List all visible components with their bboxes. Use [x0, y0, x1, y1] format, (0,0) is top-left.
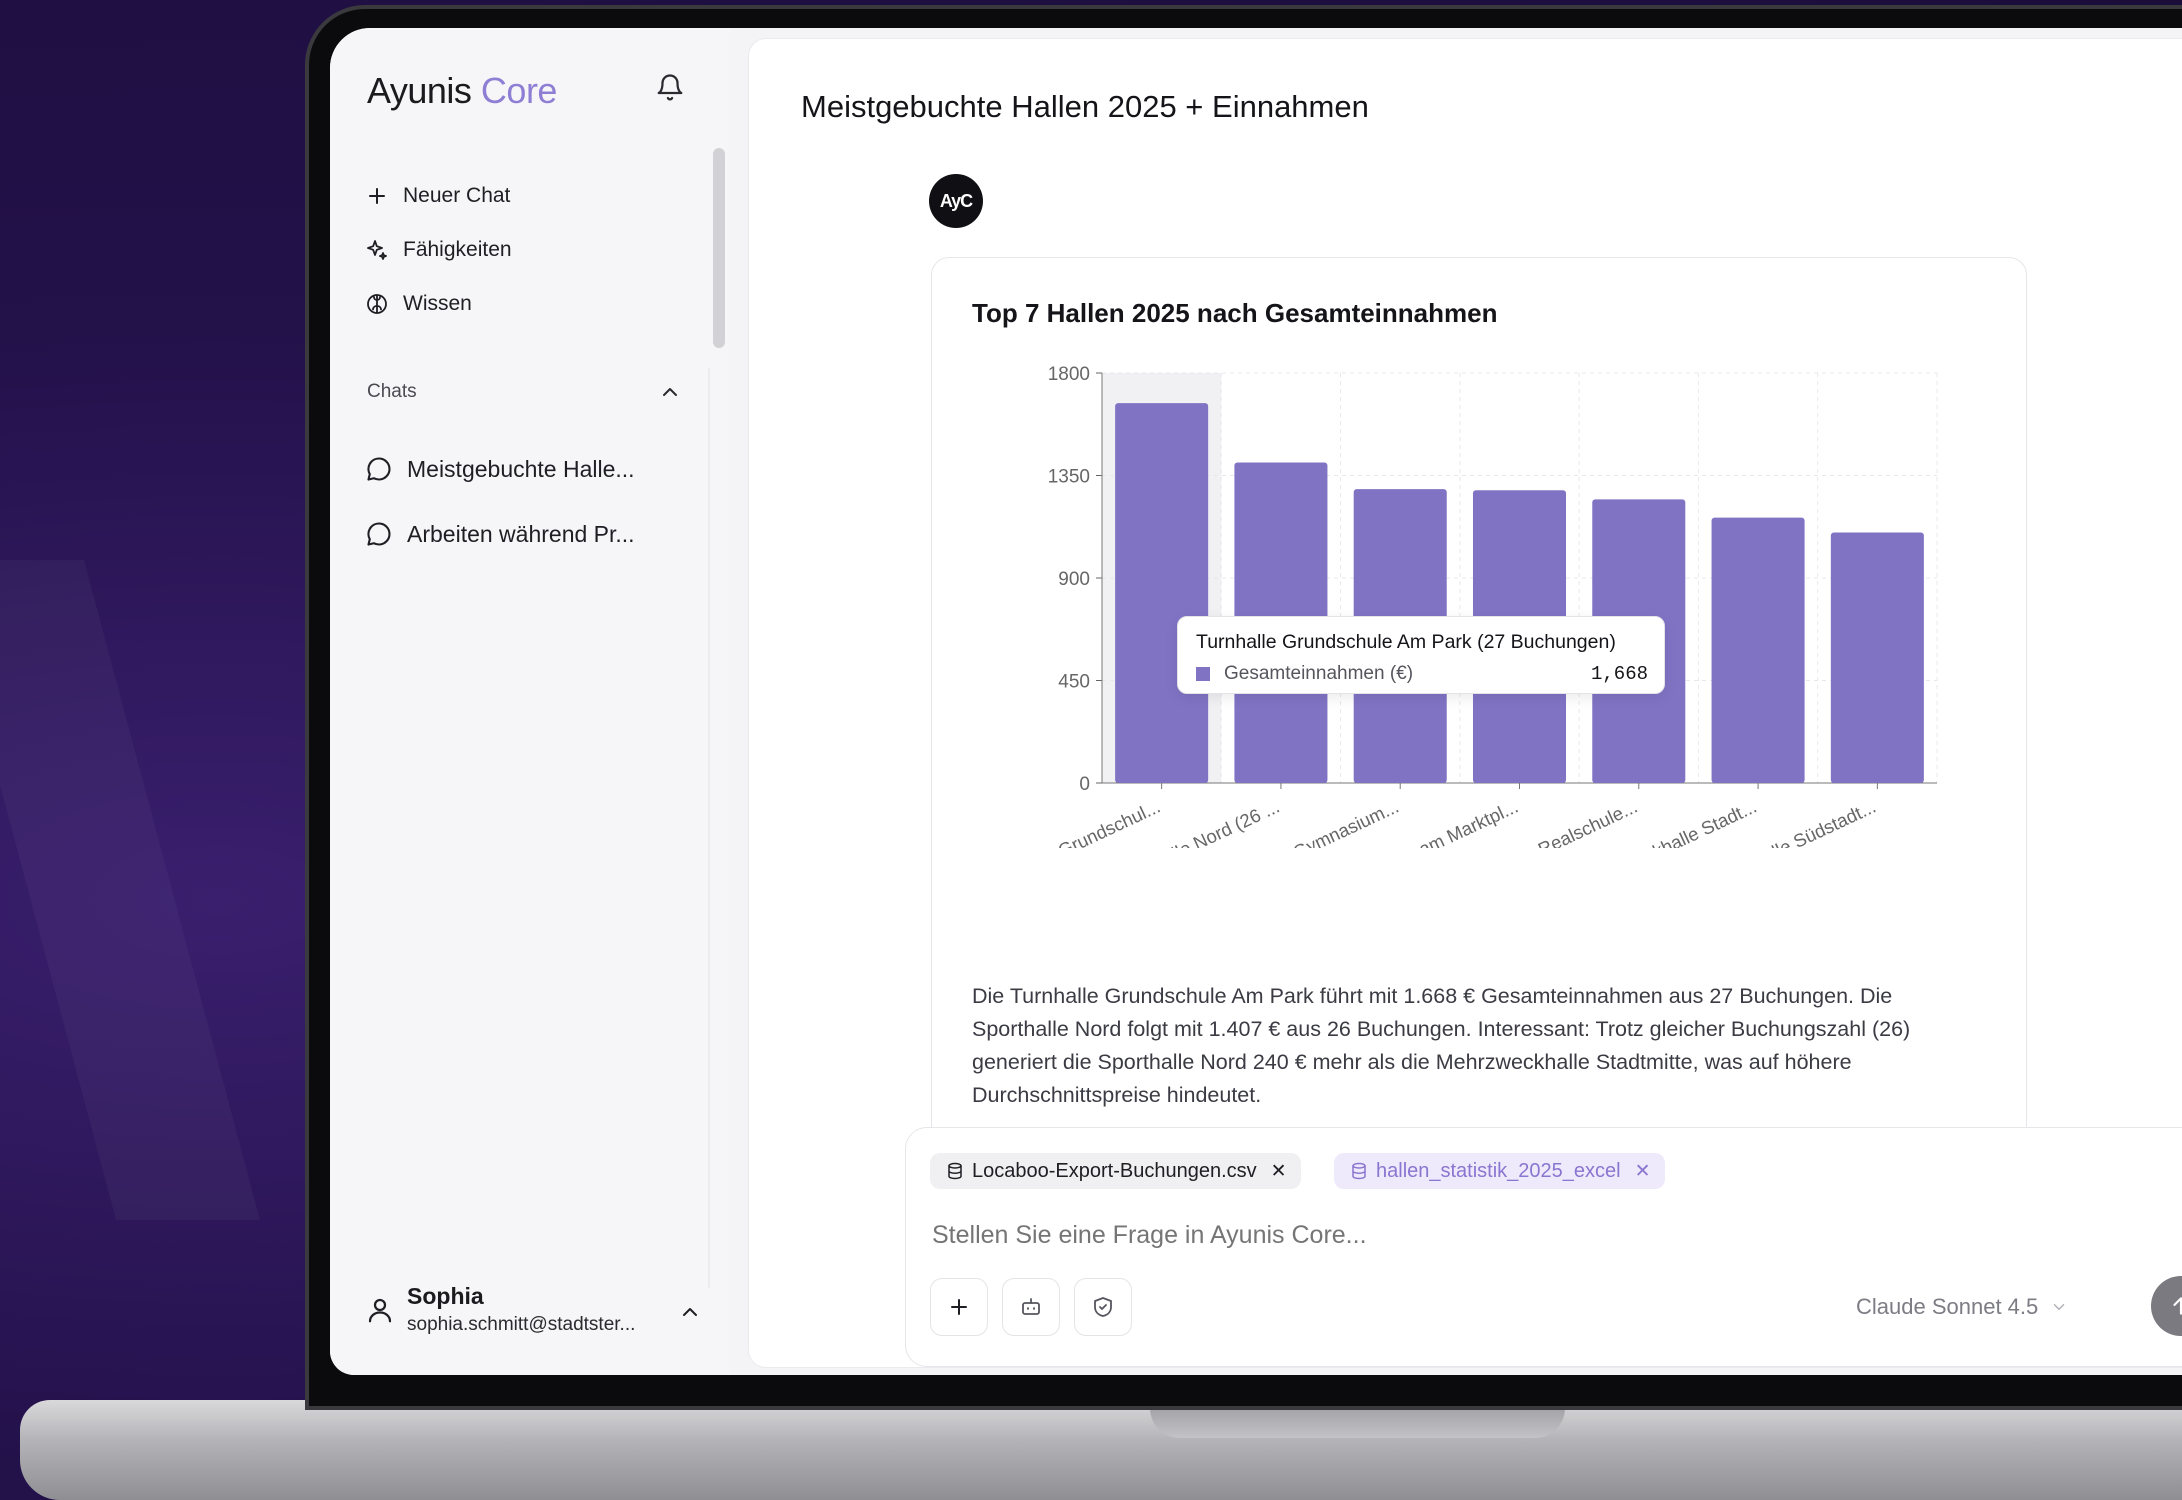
app-logo[interactable]: Ayunis Core [367, 70, 557, 112]
user-menu[interactable]: Sophia sophia.schmitt@stadtster... [365, 1283, 635, 1336]
sparkles-icon [367, 240, 387, 260]
app-screen: Ayunis Core Neuer Chat Fähigkeiten Wisse… [330, 28, 2182, 1375]
chevron-up-icon[interactable] [678, 1300, 702, 1324]
nav-knowledge[interactable]: Wissen [365, 292, 472, 316]
nav-skills[interactable]: Fähigkeiten [365, 238, 512, 262]
attachment-chip[interactable]: Locaboo-Export-Buchungen.csv ✕ [930, 1153, 1301, 1189]
sidebar-divider [708, 368, 710, 1288]
tooltip-label: Gesamteinnahmen (€) [1224, 663, 1414, 684]
chat-item-label: Arbeiten während Pr... [407, 520, 635, 547]
y-tick-label: 900 [1058, 569, 1090, 590]
composer: Locaboo-Export-Buchungen.csv ✕ hallen_st… [905, 1127, 2182, 1367]
chat-bubble-icon [367, 457, 391, 481]
model-label: Claude Sonnet 4.5 [1856, 1294, 2039, 1319]
sidebar: Ayunis Core Neuer Chat Fähigkeiten Wisse… [330, 28, 730, 1375]
send-button[interactable] [2151, 1276, 2182, 1336]
chevron-up-icon[interactable] [658, 380, 682, 404]
close-icon[interactable]: ✕ [1635, 1160, 1651, 1183]
y-tick-label: 0 [1079, 774, 1090, 795]
tooltip-value: 1,668 [1590, 663, 1648, 685]
attachment-chip[interactable]: hallen_statistik_2025_excel ✕ [1334, 1153, 1665, 1189]
chat-item[interactable]: Arbeiten während Pr... [365, 520, 635, 548]
bar [1115, 403, 1209, 783]
prompt-input[interactable] [932, 1221, 1632, 1250]
y-tick-label: 1800 [1048, 364, 1090, 385]
bell-icon[interactable] [655, 73, 685, 103]
chats-section-label: Chats [367, 381, 417, 402]
agent-button[interactable] [1002, 1278, 1060, 1336]
database-icon [1352, 1162, 1366, 1180]
tooltip-title: Turnhalle Grundschule Am Park (27 Buchun… [1196, 631, 1616, 653]
chat-bubble-icon [367, 522, 391, 546]
chart-card: Top 7 Hallen 2025 nach Gesamteinnahmen 0… [931, 257, 2027, 1157]
page-title: Meistgebuchte Hallen 2025 + Einnahmen [801, 89, 1369, 124]
brain-icon [367, 294, 387, 314]
add-button[interactable] [930, 1278, 988, 1336]
robot-icon [1022, 1298, 1040, 1315]
nav-label: Neuer Chat [403, 184, 511, 207]
attachment-label: hallen_statistik_2025_excel [1376, 1159, 1621, 1182]
user-icon [368, 1298, 392, 1322]
chat-item[interactable]: Meistgebuchte Halle... [365, 455, 635, 483]
assistant-avatar: AyC [929, 174, 983, 228]
nav-label: Fähigkeiten [403, 238, 512, 261]
arrow-up-icon [2173, 1297, 2182, 1315]
y-tick-label: 1350 [1048, 467, 1090, 488]
laptop-base [20, 1400, 2182, 1500]
plus-icon [951, 1299, 967, 1315]
chart-title: Top 7 Hallen 2025 nach Gesamteinnahmen [972, 298, 1498, 328]
chat-item-label: Meistgebuchte Halle... [407, 455, 635, 482]
privacy-button[interactable] [1074, 1278, 1132, 1336]
user-email: sophia.schmitt@stadtster... [407, 1314, 636, 1335]
nav-label: Wissen [403, 292, 472, 315]
sidebar-scrollbar[interactable] [713, 148, 725, 348]
y-tick-label: 450 [1058, 672, 1090, 693]
close-icon[interactable]: ✕ [1271, 1160, 1287, 1183]
shield-check-icon [1094, 1297, 1112, 1317]
bar [1830, 532, 1924, 783]
chart-tooltip: Turnhalle Grundschule Am Park (27 Buchun… [1177, 616, 1665, 694]
plus-icon [369, 188, 385, 204]
database-icon [948, 1162, 962, 1180]
main-panel: Meistgebuchte Hallen 2025 + Einnahmen Ay… [748, 38, 2182, 1368]
chevron-down-icon [2054, 1304, 2065, 1310]
x-tick-label: Turnhalle Grundschul... [981, 796, 1164, 848]
bar [1711, 517, 1805, 783]
assistant-summary: Die Turnhalle Grundschule Am Park führt … [972, 984, 1911, 1107]
model-selector[interactable]: Claude Sonnet 4.5 [1856, 1294, 2068, 1320]
attachment-label: Locaboo-Export-Buchungen.csv [972, 1159, 1257, 1182]
nav-new-chat[interactable]: Neuer Chat [365, 184, 510, 208]
bar-chart: 045090013501800Turnhalle Grundschul...Sp… [981, 364, 1938, 848]
tooltip-swatch [1196, 667, 1210, 681]
user-name: Sophia [407, 1283, 484, 1309]
